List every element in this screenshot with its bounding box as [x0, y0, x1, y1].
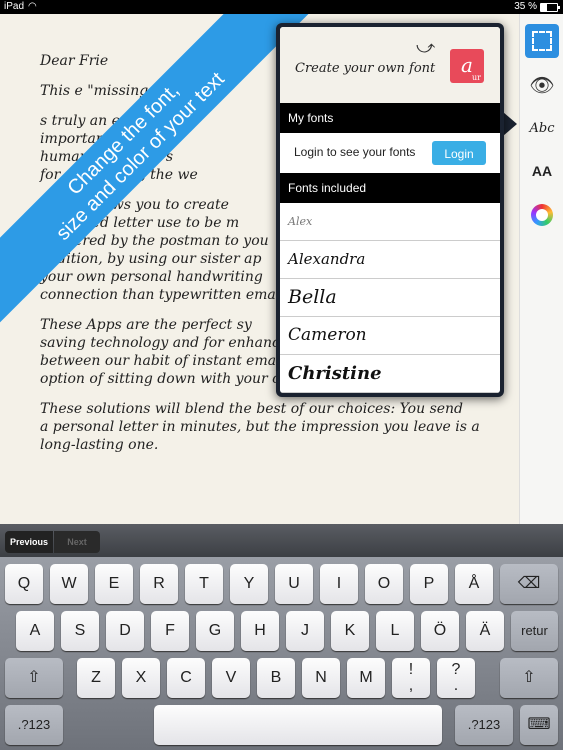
preview-button[interactable]: 👁: [525, 68, 559, 102]
curved-arrow-icon: ⤻: [416, 37, 436, 57]
key-b[interactable]: B: [257, 658, 295, 698]
key-n[interactable]: N: [302, 658, 340, 698]
key-a-ring[interactable]: Å: [455, 564, 493, 604]
hide-keyboard-key[interactable]: ⌨: [520, 705, 558, 745]
key-s[interactable]: S: [61, 611, 99, 651]
key-f[interactable]: F: [151, 611, 189, 651]
key-question-period[interactable]: ? .: [437, 658, 475, 698]
shift-key-left[interactable]: ⇧: [5, 658, 63, 698]
create-font-banner[interactable]: Create your own font ⤻ a ur: [280, 27, 500, 103]
carrier-label: iPad: [4, 1, 25, 12]
next-button[interactable]: Next: [54, 531, 100, 553]
side-toolbar: 👁 Abc AA: [519, 14, 563, 524]
key-p[interactable]: P: [410, 564, 448, 604]
text-size-icon: AA: [531, 163, 553, 179]
space-bar[interactable]: [154, 705, 442, 745]
create-font-label: Create your own font: [295, 61, 436, 76]
return-key[interactable]: retur: [511, 611, 558, 651]
key-j[interactable]: J: [286, 611, 324, 651]
color-wheel-icon: [531, 204, 553, 226]
font-item-cameron[interactable]: Cameron: [280, 317, 500, 355]
numbers-key-right[interactable]: .?123: [455, 705, 513, 745]
key-q[interactable]: Q: [5, 564, 43, 604]
letter-paragraph: These solutions will blend the best of o…: [40, 401, 480, 453]
key-m[interactable]: M: [347, 658, 385, 698]
battery-percent: 35 %: [514, 1, 537, 12]
font-popover: Create your own font ⤻ a ur My fonts Log…: [276, 23, 504, 397]
key-v[interactable]: V: [212, 658, 250, 698]
battery-icon: [540, 3, 560, 12]
popover-arrow: [503, 112, 517, 136]
key-exclaim-comma[interactable]: ! ,: [392, 658, 430, 698]
key-c[interactable]: C: [167, 658, 205, 698]
login-button[interactable]: Login: [432, 141, 486, 165]
key-o-umlaut[interactable]: Ö: [421, 611, 459, 651]
key-k[interactable]: K: [331, 611, 369, 651]
key-t[interactable]: T: [185, 564, 223, 604]
paper-style-button[interactable]: [525, 24, 559, 58]
key-y[interactable]: Y: [230, 564, 268, 604]
key-x[interactable]: X: [122, 658, 160, 698]
key-r[interactable]: R: [140, 564, 178, 604]
eye-icon: 👁: [529, 74, 555, 97]
previous-button[interactable]: Previous: [5, 531, 53, 553]
numbers-key-left[interactable]: .?123: [5, 705, 63, 745]
size-button[interactable]: AA: [525, 154, 559, 188]
key-w[interactable]: W: [50, 564, 88, 604]
login-prompt: Login to see your fonts: [294, 145, 416, 159]
app-icon[interactable]: a ur: [450, 49, 484, 83]
key-a-umlaut[interactable]: Ä: [466, 611, 504, 651]
key-g[interactable]: G: [196, 611, 234, 651]
status-bar: iPad ◠ 35 %: [0, 0, 563, 14]
wifi-icon: ◠: [28, 1, 37, 12]
font-item-alex[interactable]: Alex: [280, 203, 500, 241]
font-item-bella[interactable]: Bella: [280, 279, 500, 317]
hide-keyboard-icon: ⌨: [527, 716, 551, 733]
backspace-icon: ⌫: [517, 575, 541, 592]
key-d[interactable]: D: [106, 611, 144, 651]
app-icon-sub: ur: [472, 73, 481, 82]
shift-icon: ⇧: [522, 669, 536, 686]
keyboard: Q W E R T Y U I O P Å ⌫ A S D F G H J K …: [0, 557, 563, 750]
login-row: Login to see your fonts Login: [280, 133, 500, 173]
key-e[interactable]: E: [95, 564, 133, 604]
fonts-included-header: Fonts included: [280, 173, 500, 203]
font-item-alexandra[interactable]: Alexandra: [280, 241, 500, 279]
key-l[interactable]: L: [376, 611, 414, 651]
key-i[interactable]: I: [320, 564, 358, 604]
shift-icon: ⇧: [27, 669, 41, 686]
key-o[interactable]: O: [365, 564, 403, 604]
key-u[interactable]: U: [275, 564, 313, 604]
font-item-christine[interactable]: Christine: [280, 355, 500, 393]
delete-key[interactable]: ⌫: [500, 564, 558, 604]
color-button[interactable]: [525, 198, 559, 232]
key-h[interactable]: H: [241, 611, 279, 651]
key-z[interactable]: Z: [77, 658, 115, 698]
key-a[interactable]: A: [16, 611, 54, 651]
my-fonts-header: My fonts: [280, 103, 500, 133]
stamp-icon: [532, 31, 552, 51]
font-icon: Abc: [529, 120, 555, 136]
shift-key-right[interactable]: ⇧: [500, 658, 558, 698]
font-button[interactable]: Abc: [525, 111, 559, 145]
keyboard-accessory-bar: Previous Next: [0, 524, 563, 557]
